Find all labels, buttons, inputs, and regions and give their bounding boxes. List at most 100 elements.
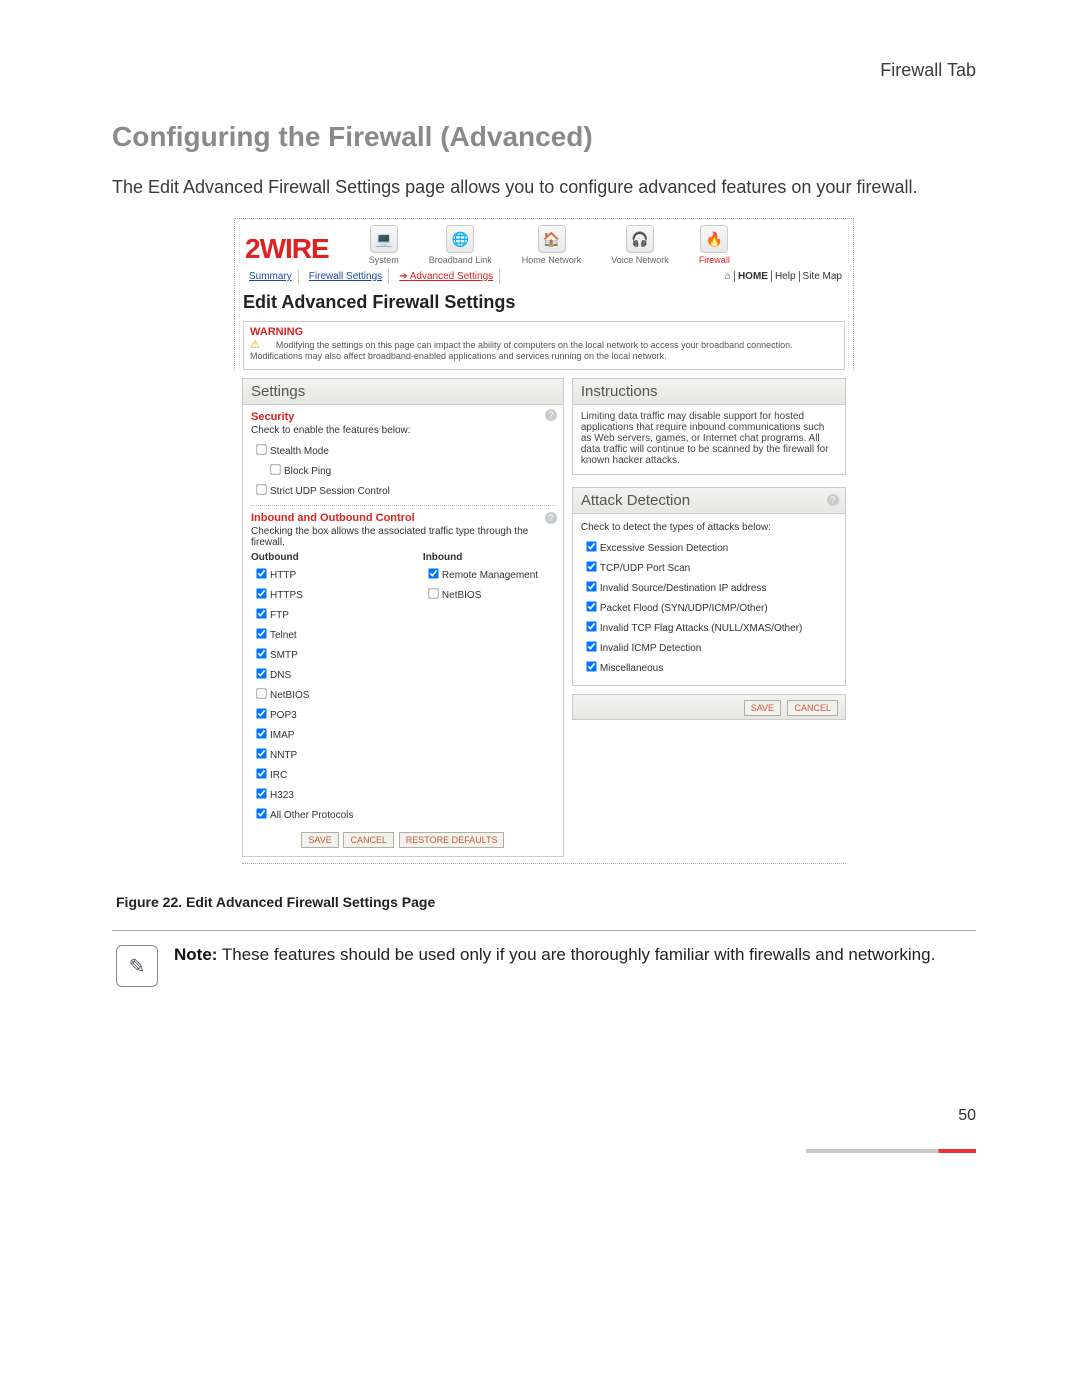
- help-icon[interactable]: ?: [545, 409, 557, 421]
- voice-icon: 🎧: [626, 225, 654, 253]
- attack-item-2-checkbox[interactable]: [586, 581, 596, 591]
- security-item-0-checkbox[interactable]: [256, 444, 266, 454]
- save-button[interactable]: SAVE: [744, 700, 781, 716]
- attack-item-0[interactable]: Excessive Session Detection: [581, 537, 837, 556]
- cancel-button[interactable]: CANCEL: [787, 700, 838, 716]
- brand-logo: 2WIRE: [245, 233, 329, 265]
- outbound-item-0-label: HTTP: [270, 570, 296, 581]
- intro-text: The Edit Advanced Firewall Settings page…: [112, 177, 976, 198]
- nav-broadband[interactable]: 🌐 Broadband Link: [429, 225, 492, 265]
- outbound-item-2-label: FTP: [270, 610, 289, 621]
- outbound-item-0[interactable]: HTTP: [251, 564, 383, 583]
- outbound-item-0-checkbox[interactable]: [256, 568, 266, 578]
- outbound-item-5-checkbox[interactable]: [256, 668, 266, 678]
- outbound-item-8[interactable]: IMAP: [251, 724, 383, 743]
- nav-label: Firewall: [699, 255, 730, 265]
- attack-item-5-checkbox[interactable]: [586, 641, 596, 651]
- outbound-item-3-label: Telnet: [270, 630, 297, 641]
- attack-item-2[interactable]: Invalid Source/Destination IP address: [581, 577, 837, 596]
- outbound-label: Outbound: [251, 552, 383, 563]
- outbound-item-6[interactable]: NetBIOS: [251, 684, 383, 703]
- outbound-item-4-checkbox[interactable]: [256, 648, 266, 658]
- security-title: Security: [251, 411, 555, 423]
- outbound-item-11[interactable]: H323: [251, 784, 383, 803]
- inbound-item-0-checkbox[interactable]: [428, 568, 438, 578]
- page-title: Edit Advanced Firewall Settings: [234, 286, 854, 319]
- attack-item-5[interactable]: Invalid ICMP Detection: [581, 637, 837, 656]
- attack-item-3-label: Packet Flood (SYN/UDP/ICMP/Other): [600, 603, 768, 614]
- attack-detection-heading: Attack Detection ?: [572, 487, 846, 514]
- warning-title: WARNING: [250, 326, 838, 338]
- home-links: ⌂HOMEHelpSite Map: [722, 271, 845, 282]
- help-icon[interactable]: ?: [545, 512, 557, 524]
- outbound-item-7-checkbox[interactable]: [256, 708, 266, 718]
- outbound-item-2[interactable]: FTP: [251, 604, 383, 623]
- outbound-item-12[interactable]: All Other Protocols: [251, 804, 383, 823]
- attack-item-5-label: Invalid ICMP Detection: [600, 643, 702, 654]
- outbound-item-9[interactable]: NNTP: [251, 744, 383, 763]
- attack-item-6[interactable]: Miscellaneous: [581, 657, 837, 676]
- outbound-item-9-label: NNTP: [270, 750, 297, 761]
- tab-firewall-settings[interactable]: Firewall Settings: [303, 269, 389, 284]
- link-home[interactable]: HOME: [735, 271, 772, 282]
- inbound-item-0-label: Remote Management: [442, 570, 538, 581]
- inbound-item-1[interactable]: NetBIOS: [423, 584, 555, 603]
- attack-panel: Check to detect the types of attacks bel…: [572, 514, 846, 686]
- cancel-button[interactable]: CANCEL: [343, 832, 394, 848]
- note-block: ✎ Note: These features should be used on…: [112, 945, 976, 987]
- attack-item-0-label: Excessive Session Detection: [600, 543, 728, 554]
- attack-item-3-checkbox[interactable]: [586, 601, 596, 611]
- save-button[interactable]: SAVE: [301, 832, 338, 848]
- tab-advanced-settings[interactable]: ➔ Advanced Settings: [393, 269, 500, 284]
- outbound-item-10-label: IRC: [270, 770, 287, 781]
- security-item-1-checkbox[interactable]: [270, 464, 280, 474]
- security-item-2-checkbox[interactable]: [256, 484, 266, 494]
- nav-system[interactable]: 💻 System: [369, 225, 399, 265]
- outbound-item-10[interactable]: IRC: [251, 764, 383, 783]
- restore-defaults-button[interactable]: RESTORE DEFAULTS: [399, 832, 505, 848]
- security-item-1[interactable]: Block Ping: [265, 460, 555, 479]
- security-item-2[interactable]: Strict UDP Session Control: [251, 480, 555, 499]
- outbound-item-3-checkbox[interactable]: [256, 628, 266, 638]
- nav-label: System: [369, 255, 399, 265]
- outbound-item-12-checkbox[interactable]: [256, 808, 266, 818]
- inbound-item-1-checkbox[interactable]: [428, 588, 438, 598]
- attack-item-3[interactable]: Packet Flood (SYN/UDP/ICMP/Other): [581, 597, 837, 616]
- outbound-item-5[interactable]: DNS: [251, 664, 383, 683]
- nav-firewall[interactable]: 🔥 Firewall: [699, 225, 730, 265]
- outbound-item-2-checkbox[interactable]: [256, 608, 266, 618]
- nav-label: Voice Network: [611, 255, 669, 265]
- nav-home-network[interactable]: 🏠 Home Network: [522, 225, 582, 265]
- page-tab-label: Firewall Tab: [112, 60, 976, 81]
- attack-item-6-checkbox[interactable]: [586, 661, 596, 671]
- outbound-item-1-label: HTTPS: [270, 590, 303, 601]
- outbound-item-4[interactable]: SMTP: [251, 644, 383, 663]
- outbound-item-9-checkbox[interactable]: [256, 748, 266, 758]
- outbound-item-10-checkbox[interactable]: [256, 768, 266, 778]
- attack-item-1[interactable]: TCP/UDP Port Scan: [581, 557, 837, 576]
- outbound-item-8-checkbox[interactable]: [256, 728, 266, 738]
- help-icon[interactable]: ?: [827, 494, 839, 506]
- outbound-item-1[interactable]: HTTPS: [251, 584, 383, 603]
- attack-item-0-checkbox[interactable]: [586, 541, 596, 551]
- inbound-item-1-label: NetBIOS: [442, 590, 481, 601]
- security-item-0[interactable]: Stealth Mode: [251, 440, 555, 459]
- link-sitemap[interactable]: Site Map: [800, 271, 845, 282]
- attack-subtitle: Check to detect the types of attacks bel…: [581, 522, 837, 533]
- inbound-item-0[interactable]: Remote Management: [423, 564, 555, 583]
- outbound-item-3[interactable]: Telnet: [251, 624, 383, 643]
- outbound-item-7[interactable]: POP3: [251, 704, 383, 723]
- outbound-item-11-checkbox[interactable]: [256, 788, 266, 798]
- link-help[interactable]: Help: [772, 271, 800, 282]
- nav-label: Home Network: [522, 255, 582, 265]
- nav-voice[interactable]: 🎧 Voice Network: [611, 225, 669, 265]
- sub-tabbar: Summary Firewall Settings ➔ Advanced Set…: [234, 267, 854, 286]
- attack-item-4-checkbox[interactable]: [586, 621, 596, 631]
- attack-item-1-checkbox[interactable]: [586, 561, 596, 571]
- outbound-item-1-checkbox[interactable]: [256, 588, 266, 598]
- attack-item-4[interactable]: Invalid TCP Flag Attacks (NULL/XMAS/Othe…: [581, 617, 837, 636]
- tab-summary[interactable]: Summary: [243, 269, 299, 284]
- settings-heading: Settings: [242, 378, 564, 405]
- note-label: Note:: [174, 945, 217, 964]
- outbound-item-6-checkbox[interactable]: [256, 688, 266, 698]
